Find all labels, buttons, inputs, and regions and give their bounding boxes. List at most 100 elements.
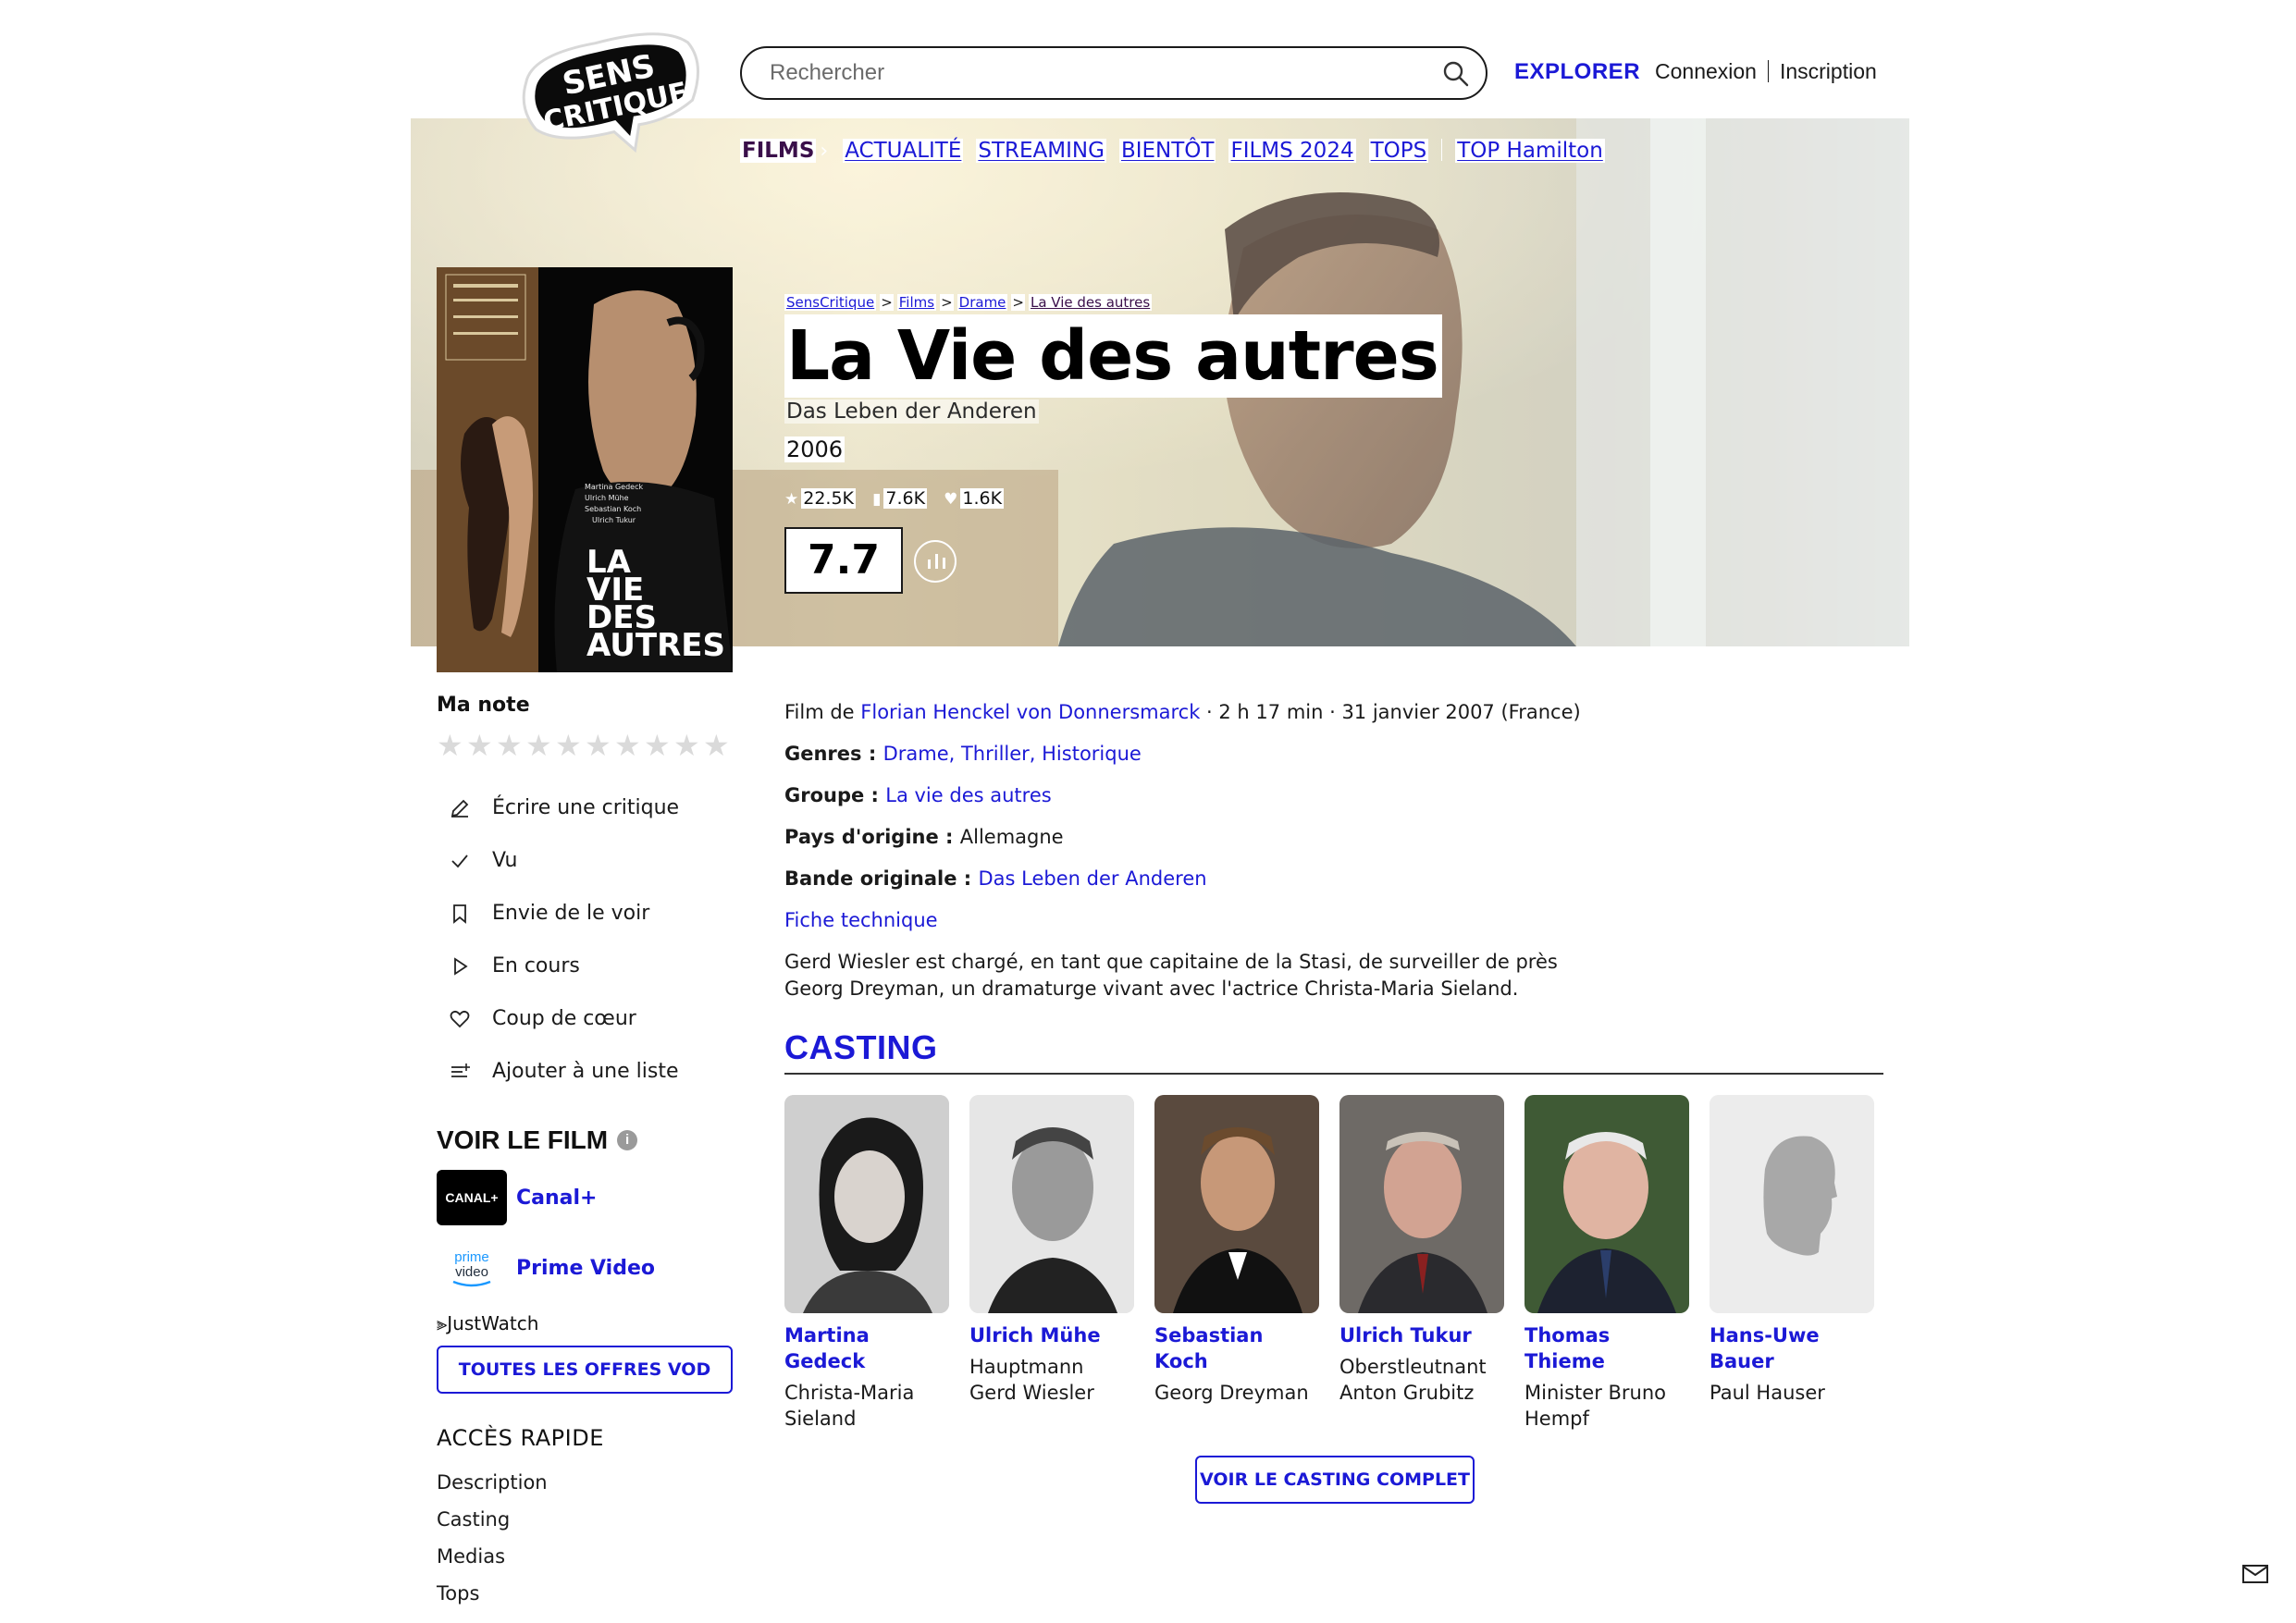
nav-tops[interactable]: TOPS <box>1368 139 1429 163</box>
svg-text:video: video <box>455 1264 488 1280</box>
genres-links[interactable]: Drame, Thriller, Historique <box>883 743 1142 765</box>
nav-films-2024[interactable]: FILMS 2024 <box>1228 139 1356 163</box>
play-icon <box>446 955 474 977</box>
explorer-link[interactable]: EXPLORER <box>1514 59 1640 85</box>
page-title: La Vie des autres <box>784 314 1442 398</box>
cast-role: Georg Dreyman <box>1154 1382 1309 1404</box>
breadcrumb-films[interactable]: Films <box>896 294 937 311</box>
cast-name[interactable]: Sebastian Koch <box>1154 1322 1319 1374</box>
cast-photo[interactable] <box>1339 1095 1504 1313</box>
film-credits-line: Film de Florian Henckel von Donnersmarck… <box>784 701 1581 723</box>
ratings-stat: ★ 22.5K <box>784 488 857 509</box>
login-link[interactable]: Connexion <box>1655 59 1757 83</box>
cast-name[interactable]: Martina Gedeck <box>784 1322 949 1374</box>
sidebar: Ma note ★ ★ ★ ★ ★ ★ ★ ★ ★ ★ Écrire une critique V… <box>437 694 733 1612</box>
cast-name[interactable]: Thomas Thieme <box>1524 1322 1689 1374</box>
cast-role: Oberstleutnant Anton Grubitz <box>1339 1356 1487 1404</box>
search-input[interactable] <box>770 55 1417 91</box>
search-bar[interactable] <box>740 46 1487 100</box>
my-rating-label: Ma note <box>437 694 530 717</box>
search-icon[interactable] <box>1441 59 1471 89</box>
movie-stats: ★ 22.5K ▮ 7.6K ♥ 1.6K <box>784 488 1015 509</box>
group-line: Groupe : La vie des autres <box>784 784 1052 806</box>
cast-name[interactable]: Ulrich Tukur <box>1339 1322 1504 1348</box>
cast-member[interactable]: Hans-Uwe Bauer Paul Hauser <box>1710 1095 1874 1432</box>
wishlist-stat: ▮ 7.6K <box>872 488 928 509</box>
rating-distribution-icon[interactable] <box>914 540 957 583</box>
action-seen[interactable]: Vu <box>437 834 733 887</box>
rating-star-icon[interactable]: ★ <box>644 730 673 761</box>
signup-link[interactable]: Inscription <box>1780 59 1877 83</box>
casting-title: CASTING <box>784 1028 938 1066</box>
main-content: Film de Florian Henckel von Donnersmarck… <box>784 695 1885 1432</box>
breadcrumb-senscritique[interactable]: SensCritique <box>784 294 877 311</box>
nav-actualite[interactable]: ACTUALITÉ <box>843 139 964 163</box>
director-link[interactable]: Florian Henckel von Donnersmarck <box>860 701 1200 723</box>
nav-divider <box>1441 139 1443 161</box>
movie-poster[interactable]: Martina Gedeck Ulrich Mühe Sebastian Koc… <box>437 267 733 672</box>
action-in-progress[interactable]: En cours <box>437 940 733 992</box>
svg-text:Ulrich Tukur: Ulrich Tukur <box>592 516 636 524</box>
rating-star-icon[interactable]: ★ <box>614 730 644 761</box>
synopsis: Gerd Wiesler est chargé, en tant que cap… <box>784 951 1558 1000</box>
all-vod-offers-button[interactable]: TOUTES LES OFFRES VOD <box>437 1346 733 1394</box>
action-add-to-list[interactable]: Ajouter à une liste <box>437 1045 733 1098</box>
cast-photo[interactable] <box>784 1095 949 1313</box>
rating-star-icon[interactable]: ★ <box>525 730 555 761</box>
mail-icon[interactable] <box>2242 1565 2268 1583</box>
quick-access-tops[interactable]: Tops <box>437 1575 733 1612</box>
provider-prime-video[interactable]: prime video Prime Video <box>437 1240 733 1296</box>
cast-member[interactable]: Thomas Thieme Minister Bruno Hempf <box>1524 1095 1689 1432</box>
cast-name[interactable]: Ulrich Mühe <box>969 1322 1134 1348</box>
action-write-review[interactable]: Écrire une critique <box>437 781 733 834</box>
cast-photo[interactable] <box>969 1095 1134 1313</box>
cast-photo[interactable] <box>1154 1095 1319 1313</box>
soundtrack-line: Bande originale : Das Leben der Anderen <box>784 867 1207 890</box>
cast-member[interactable]: Martina Gedeck Christa-Maria Sieland <box>784 1095 949 1432</box>
cast-photo-placeholder[interactable] <box>1710 1095 1874 1313</box>
tech-sheet-link[interactable]: Fiche technique <box>784 909 938 931</box>
svg-text:Ulrich Mühe: Ulrich Mühe <box>585 494 629 502</box>
breadcrumb: SensCritique > Films > Drame > La Vie des autr… <box>784 294 1153 311</box>
genres-line: Genres : Drame, Thriller, Historique <box>784 743 1142 765</box>
nav-top-hamilton[interactable]: TOP Hamilton <box>1455 139 1605 163</box>
quick-access-casting[interactable]: Casting <box>437 1501 733 1538</box>
rating-star-icon[interactable]: ★ <box>496 730 525 761</box>
rating-star-icon[interactable]: ★ <box>466 730 496 761</box>
group-link[interactable]: La vie des autres <box>885 784 1051 806</box>
bookmark-icon: ▮ <box>872 490 882 509</box>
nav-streaming[interactable]: STREAMING <box>976 139 1106 163</box>
cast-member[interactable]: Ulrich Mühe Hauptmann Gerd Wiesler <box>969 1095 1134 1432</box>
soundtrack-link[interactable]: Das Leben der Anderen <box>979 867 1207 890</box>
cast-name[interactable]: Hans-Uwe Bauer <box>1710 1322 1874 1374</box>
nav-films[interactable]: FILMS <box>740 139 817 163</box>
cast-member[interactable]: Sebastian Koch Georg Dreyman <box>1154 1095 1319 1432</box>
my-rating-stars[interactable]: ★ ★ ★ ★ ★ ★ ★ ★ ★ ★ <box>437 730 733 761</box>
rating-star-icon[interactable]: ★ <box>673 730 703 761</box>
full-casting-button[interactable]: VOIR LE CASTING COMPLET <box>1195 1456 1475 1504</box>
heart-icon: ♥ <box>944 490 958 509</box>
rating-star-icon[interactable]: ★ <box>437 730 466 761</box>
provider-canal-plus[interactable]: CANAL+ Canal+ <box>437 1170 733 1225</box>
cast-member[interactable]: Ulrich Tukur Oberstleutnant Anton Grubit… <box>1339 1095 1504 1432</box>
quick-access-title: ACCÈS RAPIDE <box>437 1425 604 1451</box>
rating-star-icon[interactable]: ★ <box>585 730 614 761</box>
average-score: 7.7 <box>784 527 903 594</box>
rating-star-icon[interactable]: ★ <box>555 730 585 761</box>
auth-links: Connexion Inscription <box>1655 59 1877 84</box>
rating-star-icon[interactable]: ★ <box>703 730 733 761</box>
justwatch-logo[interactable]: ⫸JustWatch <box>437 1312 733 1334</box>
senscritique-logo[interactable]: SENS CRITIQUE <box>513 28 712 157</box>
breadcrumb-drame[interactable]: Drame <box>957 294 1008 311</box>
action-favorite[interactable]: Coup de cœur <box>437 992 733 1045</box>
sub-navigation: FILMS › ACTUALITÉ STREAMING BIENTÔT FILMS 202… <box>740 139 1618 163</box>
nav-bientot[interactable]: BIENTÔT <box>1118 139 1216 163</box>
quick-access-description[interactable]: Description <box>437 1464 733 1501</box>
action-wishlist[interactable]: Envie de le voir <box>437 887 733 940</box>
cast-photo[interactable] <box>1524 1095 1689 1313</box>
breadcrumb-current[interactable]: La Vie des autres <box>1028 294 1153 311</box>
user-actions: Écrire une critique Vu Envie de le voir … <box>437 781 733 1098</box>
info-icon[interactable]: i <box>617 1130 638 1150</box>
quick-access-medias[interactable]: Medias <box>437 1538 733 1575</box>
svg-text:Sebastian Koch: Sebastian Koch <box>585 505 641 513</box>
